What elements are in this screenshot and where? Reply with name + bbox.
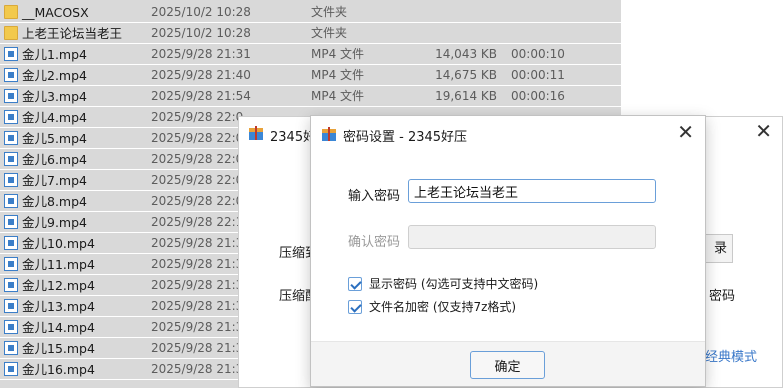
file-duration: 00:00:11	[511, 68, 565, 82]
file-date: 2025/9/28 22:0	[151, 194, 244, 208]
file-size: 19,614 KB	[435, 89, 497, 103]
video-file-icon	[4, 278, 18, 292]
ok-button[interactable]: 确定	[470, 351, 545, 379]
file-date: 2025/9/28 22:0	[151, 173, 244, 187]
classic-mode-link[interactable]: 经典模式	[705, 346, 757, 365]
video-file-icon	[4, 362, 18, 376]
password-settings-dialog: 密码设置 - 2345好压 ✕ 输入密码 确认密码 显示密码 (勾选可支持中文密…	[310, 115, 706, 387]
confirm-password-label: 确认密码	[348, 235, 401, 250]
file-date: 2025/9/28 21:3	[151, 299, 244, 313]
password-dialog-title: 密码设置 - 2345好压	[343, 130, 468, 145]
password-input[interactable]	[408, 179, 656, 203]
file-name: 金儿13.mp4	[22, 299, 95, 314]
file-type: MP4 文件	[311, 68, 365, 82]
file-date: 2025/9/28 22:0	[151, 110, 244, 124]
file-name: 金儿15.mp4	[22, 341, 95, 356]
file-name: 金儿14.mp4	[22, 320, 95, 335]
password-dialog-title-bar: 密码设置 - 2345好压 ✕	[311, 116, 705, 150]
file-date: 2025/9/28 21:31	[151, 47, 251, 61]
file-name: 上老王论坛当老王	[22, 26, 123, 41]
file-name: 金儿7.mp4	[22, 173, 87, 188]
file-name: __MACOSX	[22, 5, 89, 20]
video-file-icon	[4, 110, 18, 124]
file-size: 14,675 KB	[435, 68, 497, 82]
file-date: 2025/9/28 21:3	[151, 278, 244, 292]
show-password-label: 显示密码 (勾选可支持中文密码)	[369, 277, 539, 291]
video-file-icon	[4, 341, 18, 355]
close-icon[interactable]: ✕	[677, 122, 694, 142]
file-date: 2025/9/28 21:40	[151, 68, 251, 82]
file-row[interactable]: 金儿3.mp4 2025/9/28 21:54 MP4 文件 19,614 KB 00:…	[0, 86, 621, 107]
file-name: 金儿16.mp4	[22, 362, 95, 377]
file-name: 金儿11.mp4	[22, 257, 95, 272]
video-file-icon	[4, 89, 18, 103]
video-file-icon	[4, 215, 18, 229]
encrypt-filenames-checkbox[interactable]	[348, 300, 362, 314]
video-file-icon	[4, 152, 18, 166]
password-option-label: 密码	[709, 289, 736, 304]
video-file-icon	[4, 236, 18, 250]
file-type: 文件夹	[311, 26, 348, 40]
password-label: 输入密码	[348, 189, 401, 204]
file-size: 14,043 KB	[435, 47, 497, 61]
file-date: 2025/9/28 21:3	[151, 341, 244, 355]
file-date: 2025/10/2 10:28	[151, 26, 251, 40]
file-name: 金儿4.mp4	[22, 110, 87, 125]
file-date: 2025/9/28 22:1	[151, 215, 244, 229]
file-name: 金儿10.mp4	[22, 236, 95, 251]
folder-icon	[4, 5, 18, 19]
file-name: 金儿2.mp4	[22, 68, 87, 83]
file-row[interactable]: 金儿1.mp4 2025/9/28 21:31 MP4 文件 14,043 KB 00:…	[0, 44, 621, 65]
file-name: 金儿1.mp4	[22, 47, 87, 62]
dialog-footer: 确定	[311, 341, 705, 386]
file-date: 2025/9/28 21:3	[151, 362, 244, 376]
close-icon[interactable]: ✕	[755, 121, 772, 141]
folder-icon	[4, 26, 18, 40]
show-password-checkbox[interactable]	[348, 277, 362, 291]
file-name: 金儿8.mp4	[22, 194, 87, 209]
archive-app-icon	[322, 127, 336, 141]
file-date: 2025/9/28 21:3	[151, 320, 244, 334]
file-row[interactable]: 金儿2.mp4 2025/9/28 21:40 MP4 文件 14,675 KB 00:…	[0, 65, 621, 86]
file-duration: 00:00:16	[511, 89, 565, 103]
video-file-icon	[4, 68, 18, 82]
video-file-icon	[4, 257, 18, 271]
file-name: 金儿9.mp4	[22, 215, 87, 230]
file-date: 2025/9/28 21:3	[151, 236, 244, 250]
encrypt-filenames-label: 文件名加密 (仅支持7z格式)	[369, 300, 517, 314]
file-duration: 00:00:10	[511, 47, 565, 61]
file-name: 金儿5.mp4	[22, 131, 87, 146]
archive-app-icon	[249, 126, 263, 140]
file-name: 金儿6.mp4	[22, 152, 87, 167]
file-row[interactable]: __MACOSX 2025/10/2 10:28 文件夹	[0, 2, 621, 23]
file-type: 文件夹	[311, 5, 348, 19]
video-file-icon	[4, 320, 18, 334]
file-type: MP4 文件	[311, 47, 365, 61]
file-date: 2025/9/28 22:0	[151, 131, 244, 145]
video-file-icon	[4, 131, 18, 145]
file-name: 金儿12.mp4	[22, 278, 95, 293]
video-file-icon	[4, 47, 18, 61]
video-file-icon	[4, 173, 18, 187]
file-date: 2025/9/28 22:0	[151, 152, 244, 166]
file-date: 2025/9/28 21:54	[151, 89, 251, 103]
file-name: 金儿3.mp4	[22, 89, 87, 104]
video-file-icon	[4, 299, 18, 313]
file-type: MP4 文件	[311, 89, 365, 103]
video-file-icon	[4, 194, 18, 208]
file-date: 2025/9/28 21:3	[151, 257, 244, 271]
file-date: 2025/10/2 10:28	[151, 5, 251, 19]
file-row[interactable]: 上老王论坛当老王 2025/10/2 10:28 文件夹	[0, 23, 621, 44]
confirm-password-input[interactable]	[408, 225, 656, 249]
